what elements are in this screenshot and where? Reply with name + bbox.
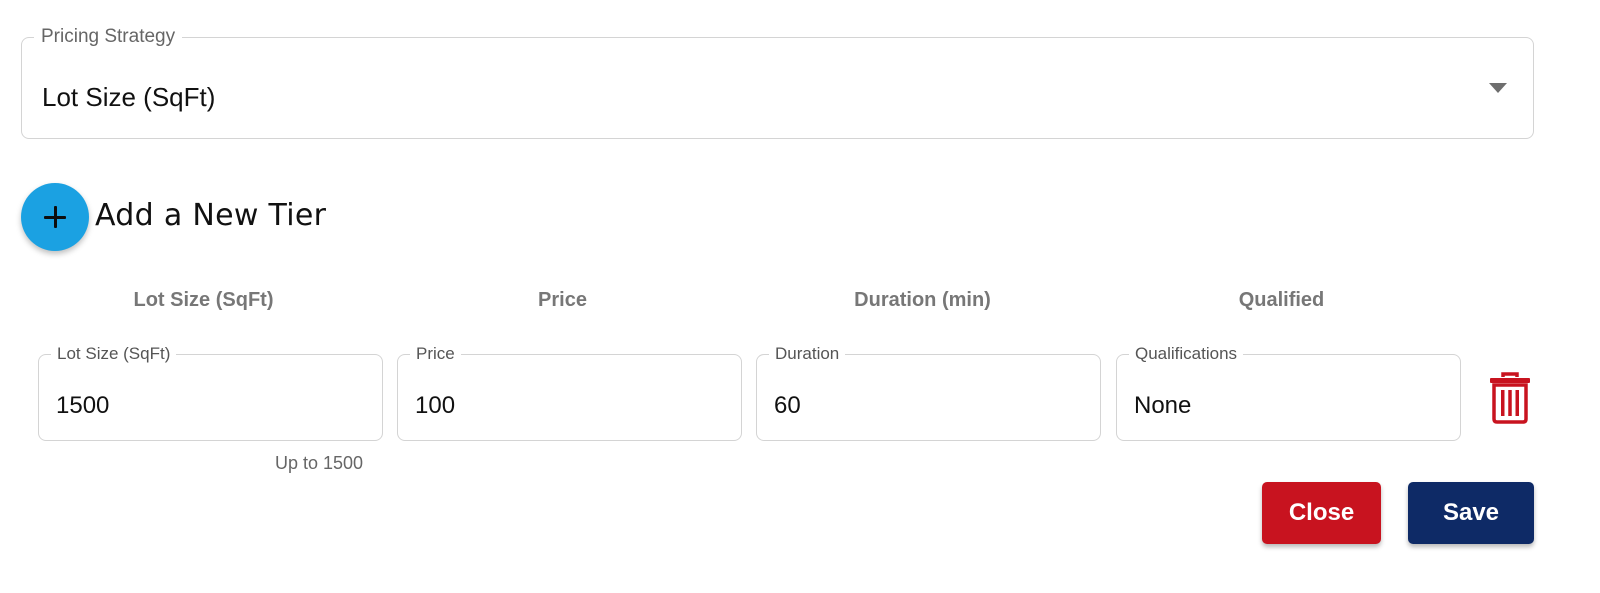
price-field[interactable]: Price (397, 345, 742, 441)
price-input[interactable] (415, 391, 715, 421)
qualifications-input[interactable] (1134, 391, 1434, 421)
save-button[interactable]: Save (1408, 482, 1534, 544)
price-field-label: Price (410, 345, 461, 363)
plus-icon-vertical (53, 206, 57, 228)
duration-input[interactable] (774, 391, 1074, 421)
trash-icon[interactable] (1488, 372, 1532, 424)
duration-field[interactable]: Duration (756, 345, 1101, 441)
lot-size-input[interactable] (56, 391, 356, 421)
pricing-strategy-value: Lot Size (SqFt) (42, 82, 216, 112)
close-button[interactable]: Close (1262, 482, 1381, 544)
column-header-duration: Duration (min) (854, 289, 991, 311)
qualifications-field-label: Qualifications (1129, 345, 1244, 363)
qualifications-field[interactable]: Qualifications (1116, 345, 1461, 441)
pricing-strategy-label: Pricing Strategy (34, 27, 183, 47)
lot-size-field[interactable]: Lot Size (SqFt) (38, 345, 383, 441)
add-tier-label[interactable]: Add a New Tier (95, 198, 326, 234)
column-header-lot-size: Lot Size (SqFt) (133, 289, 274, 311)
duration-field-label: Duration (769, 345, 846, 363)
lot-size-helper-text: Up to 1500 (275, 453, 364, 473)
pricing-strategy-select[interactable]: Pricing Strategy Lot Size (SqFt) (21, 27, 1534, 139)
column-header-qualified: Qualified (1238, 289, 1325, 311)
chevron-down-icon[interactable] (1489, 83, 1507, 93)
lot-size-field-label: Lot Size (SqFt) (51, 345, 177, 363)
add-tier-button[interactable] (21, 183, 89, 251)
column-header-price: Price (538, 289, 587, 311)
